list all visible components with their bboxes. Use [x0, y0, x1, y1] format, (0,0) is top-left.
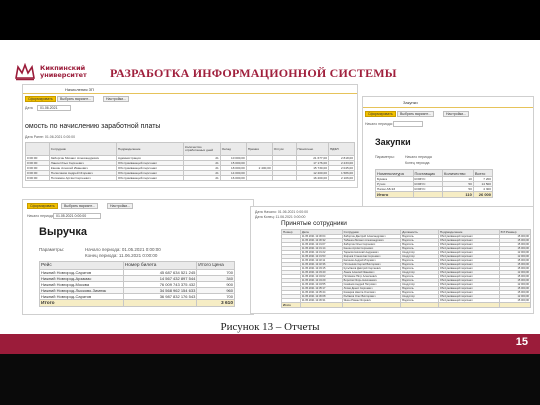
slide-title: РАЗРАБОТКА ИНФОРМАЦИОННОЙ СИСТЕМЫ	[110, 66, 397, 80]
column-header: Премия	[245, 142, 273, 156]
column-header: Оклад	[219, 142, 247, 156]
start-label: Начало периода	[405, 155, 432, 159]
top-black-band	[0, 0, 540, 40]
period-label: Начало периода:	[27, 214, 55, 218]
table-cell: Потёмкин Артём Сергеевич	[48, 175, 117, 181]
purchases-table: Номенклатура Поставщик Количество Всего …	[375, 169, 494, 198]
settings-button[interactable]: Настройки...	[107, 203, 134, 209]
payroll-report-window: Начисления ЗП Сформировать Выбрать вариа…	[22, 84, 358, 188]
form-button[interactable]: Сформировать	[365, 111, 396, 117]
table-cell	[245, 175, 273, 181]
page-number: 15	[515, 336, 528, 348]
form-button[interactable]: Сформировать	[25, 96, 56, 102]
column-header: Отпуск	[271, 142, 297, 156]
table-cell	[400, 302, 439, 308]
start-text: Начало периода: 01.05.2021 0:00:00	[85, 247, 161, 252]
purchases-report-window: Закупки Сформировать Выбрать вариант... …	[362, 96, 534, 210]
period-label: Начало периода:	[365, 122, 393, 126]
column-header: НДФЛ	[327, 142, 356, 156]
column-header: Подразделение	[115, 142, 184, 156]
table-cell: 0:00:00	[25, 175, 50, 181]
window-title: Начисления ЗП	[65, 87, 94, 92]
report-title: Выручка	[39, 226, 88, 238]
report-meta-end: Дата Конец: 11.06.2021 0:00:00	[255, 215, 306, 219]
report-meta-start: Дата Начало: 01.06.2021 0:00:00	[255, 210, 309, 214]
settings-button[interactable]: Настройки...	[443, 111, 470, 117]
logo-line-2: университет	[40, 71, 87, 79]
column-header: Сотрудник	[48, 142, 117, 156]
date-label: Дата	[25, 106, 33, 110]
table-cell: Обслуживающий персонал	[115, 175, 184, 181]
table-cell: 16 200,00	[295, 175, 329, 181]
total-qty: 110	[442, 191, 474, 198]
total-label: Итого	[281, 302, 301, 308]
form-button[interactable]: Сформировать	[27, 203, 58, 209]
column-header: Количество отработанных дней	[182, 142, 221, 156]
table-cell: 21	[182, 175, 221, 181]
total-row: Итого 3 610	[39, 299, 235, 307]
total-label: Итого	[375, 191, 414, 198]
payroll-table: Сотрудник Подразделение Количество отраб…	[25, 142, 356, 181]
hired-table: Номер Дата Сотрудник Должность Подраздел…	[281, 229, 532, 308]
total-row: Итого	[281, 302, 532, 308]
end-text: Конец периода: 11.06.2021 0:00:00	[85, 253, 158, 258]
table-header-row: Рейс Номер билета Итого Цена	[39, 261, 235, 270]
settings-button[interactable]: Настройки...	[103, 96, 130, 102]
total-row: Итого 110 26 000	[375, 191, 494, 198]
table-cell	[437, 302, 500, 308]
window-title: Закупки	[403, 100, 418, 105]
table-cell	[412, 191, 444, 198]
end-label: Конец периода	[405, 161, 430, 165]
bottom-black-band	[0, 354, 540, 405]
table-cell	[271, 175, 297, 181]
revenue-table: Рейс Номер билета Итого Цена Нижний Новг…	[39, 261, 235, 307]
period-field[interactable]	[393, 121, 423, 127]
variant-button[interactable]: Выбрать вариант...	[397, 111, 434, 117]
report-title: Принятые сотрудники	[281, 220, 347, 227]
table-cell	[122, 299, 198, 307]
variant-button[interactable]: Выбрать вариант...	[57, 96, 94, 102]
column-header: Начислено	[295, 142, 329, 156]
report-title: омость по начислению заработной платы	[25, 123, 161, 130]
column-header: Поставщик	[412, 169, 444, 177]
column-header: Количество	[442, 169, 474, 177]
period-field[interactable]: 01.05.2021 0:00:00	[53, 213, 101, 219]
university-logo: Кикпинский университет	[14, 60, 104, 84]
column-header: Всего	[472, 169, 494, 177]
column-header: Рейс	[39, 261, 124, 270]
tab-underline	[363, 107, 533, 108]
tab-underline	[23, 93, 357, 94]
total-label: Итого	[39, 299, 124, 307]
date-field[interactable]: 01.06.2021	[37, 105, 71, 111]
table-cell	[299, 302, 343, 308]
params-label: Параметры:	[39, 247, 65, 252]
table-cell: 16 000,00	[219, 175, 247, 181]
table-header-row: Номенклатура Поставщик Количество Всего	[375, 169, 494, 177]
report-title: Закупки	[375, 137, 411, 147]
crown-icon	[15, 63, 35, 81]
table-row[interactable]: 0:00:00 Потёмкин Артём Сергеевич Обслужи…	[25, 175, 356, 181]
table-header-row: Сотрудник Подразделение Количество отраб…	[25, 142, 356, 156]
footer-bar: 15	[0, 334, 540, 354]
column-header: Номер билета	[122, 261, 198, 270]
params-label: Параметры:	[375, 155, 395, 159]
table-cell: 2 106,00	[327, 175, 356, 181]
table-cell	[341, 302, 402, 308]
variant-button[interactable]: Выбрать вариант...	[61, 203, 98, 209]
column-header: Номенклатура	[375, 169, 414, 177]
report-meta: Дата Ранге: 01.06.2021 0:00:00	[25, 135, 76, 139]
figure-caption: Рисунок 13 – Отчеты	[220, 321, 320, 333]
total-sum: 26 000	[472, 191, 494, 198]
revenue-report-window: Сформировать Выбрать вариант... Настройк…	[22, 199, 254, 315]
total-value: 3 610	[196, 299, 235, 307]
column-header: Итого Цена	[196, 261, 235, 270]
table-cell	[498, 302, 532, 308]
hired-report-window: Дата Начало: 01.06.2021 0:00:00 Дата Кон…	[250, 206, 534, 314]
